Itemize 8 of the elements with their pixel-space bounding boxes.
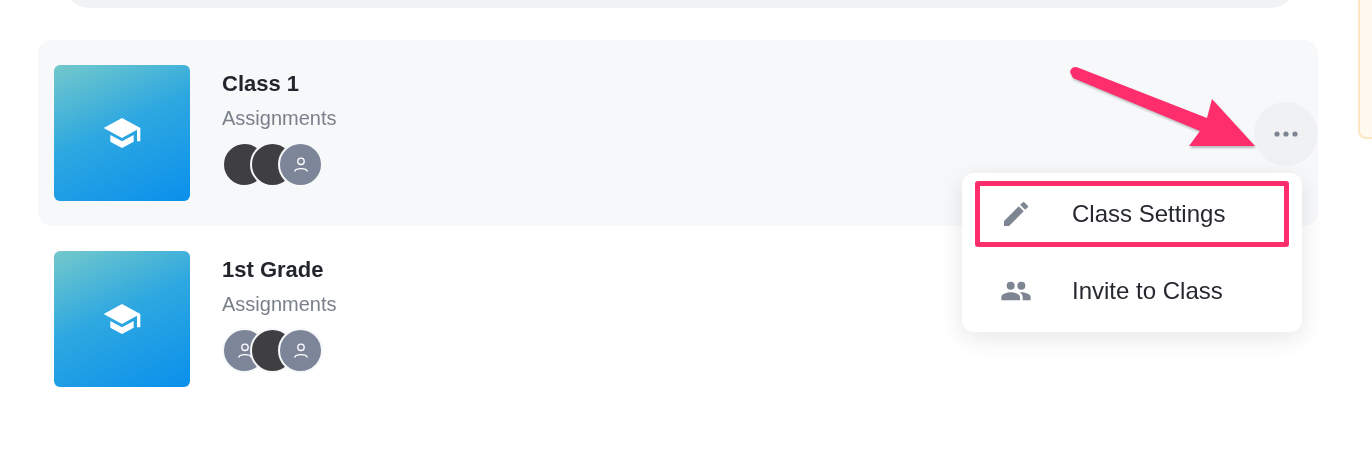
- class-name[interactable]: Class 1: [222, 71, 300, 97]
- avatar-placeholder: [278, 328, 323, 373]
- menu-item[interactable]: Invite to Class: [975, 258, 1289, 324]
- class-subtitle: Assignments: [222, 293, 337, 316]
- class-name[interactable]: 1st Grade: [222, 257, 324, 283]
- menu-item[interactable]: Class Settings: [975, 181, 1289, 247]
- more-icon: [1274, 131, 1298, 137]
- class-subtitle: Assignments: [222, 107, 337, 130]
